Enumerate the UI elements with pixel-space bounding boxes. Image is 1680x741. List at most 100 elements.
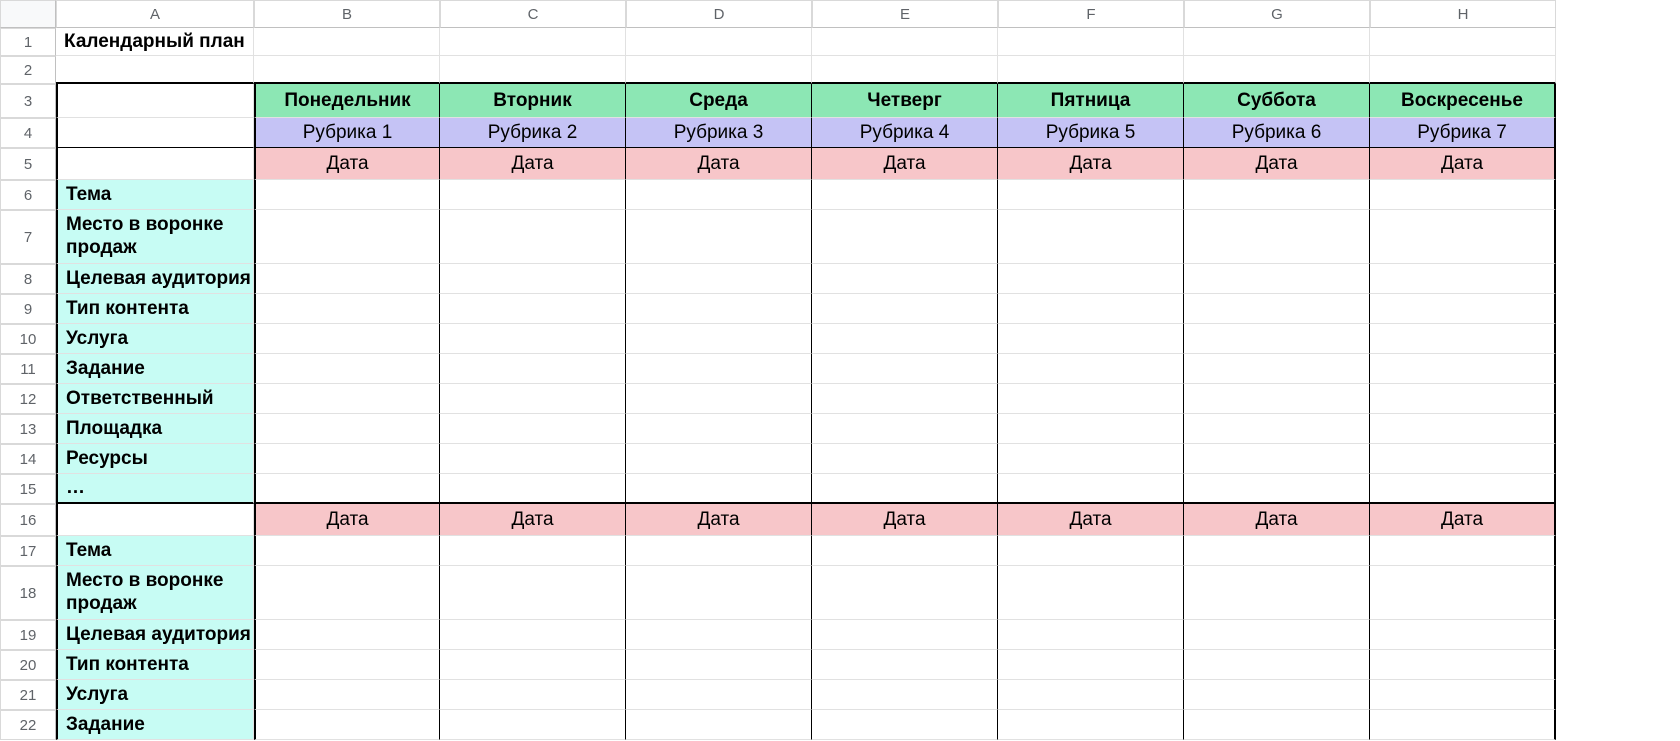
- row-header-11[interactable]: 11: [0, 354, 56, 384]
- cell-F20[interactable]: [998, 650, 1184, 680]
- cell-B11[interactable]: [254, 354, 440, 384]
- cell-D18[interactable]: [626, 566, 812, 620]
- cell-H15[interactable]: [1370, 474, 1556, 504]
- cell-G13[interactable]: [1184, 414, 1370, 444]
- cell-G14[interactable]: [1184, 444, 1370, 474]
- cell-E19[interactable]: [812, 620, 998, 650]
- row-header-1[interactable]: 1: [0, 28, 56, 56]
- cell-H22[interactable]: [1370, 710, 1556, 740]
- cell-B22[interactable]: [254, 710, 440, 740]
- cell-F6[interactable]: [998, 180, 1184, 210]
- cell-E14[interactable]: [812, 444, 998, 474]
- cell-H21[interactable]: [1370, 680, 1556, 710]
- cell-B19[interactable]: [254, 620, 440, 650]
- cell-E7[interactable]: [812, 210, 998, 264]
- cell-B18[interactable]: [254, 566, 440, 620]
- cell-E4[interactable]: Рубрика 4: [812, 118, 998, 148]
- cell-C6[interactable]: [440, 180, 626, 210]
- cell-C18[interactable]: [440, 566, 626, 620]
- row-header-15[interactable]: 15: [0, 474, 56, 504]
- cell-F12[interactable]: [998, 384, 1184, 414]
- cell-B13[interactable]: [254, 414, 440, 444]
- cell-C10[interactable]: [440, 324, 626, 354]
- row-header-16[interactable]: 16: [0, 504, 56, 536]
- cell-C12[interactable]: [440, 384, 626, 414]
- cell-G16[interactable]: Дата: [1184, 504, 1370, 536]
- cell-H19[interactable]: [1370, 620, 1556, 650]
- cell-H8[interactable]: [1370, 264, 1556, 294]
- row-header-3[interactable]: 3: [0, 84, 56, 118]
- cell-H20[interactable]: [1370, 650, 1556, 680]
- cell-A7[interactable]: Место в воронке продаж: [56, 210, 254, 264]
- cell-D11[interactable]: [626, 354, 812, 384]
- cell-B5[interactable]: Дата: [254, 148, 440, 180]
- cell-A21[interactable]: Услуга: [56, 680, 254, 710]
- cell-B20[interactable]: [254, 650, 440, 680]
- cell-B14[interactable]: [254, 444, 440, 474]
- col-header-C[interactable]: C: [440, 0, 626, 28]
- cell-D12[interactable]: [626, 384, 812, 414]
- cell-A14[interactable]: Ресурсы: [56, 444, 254, 474]
- cell-E16[interactable]: Дата: [812, 504, 998, 536]
- cell-F9[interactable]: [998, 294, 1184, 324]
- cell-E11[interactable]: [812, 354, 998, 384]
- cell-H3[interactable]: Воскресенье: [1370, 84, 1556, 118]
- cell-E18[interactable]: [812, 566, 998, 620]
- cell-D2[interactable]: [626, 56, 812, 84]
- cell-A12[interactable]: Ответственный: [56, 384, 254, 414]
- col-header-A[interactable]: A: [56, 0, 254, 28]
- cell-A16[interactable]: [56, 504, 254, 536]
- cell-F5[interactable]: Дата: [998, 148, 1184, 180]
- cell-C20[interactable]: [440, 650, 626, 680]
- cell-D1[interactable]: [626, 28, 812, 56]
- cell-G22[interactable]: [1184, 710, 1370, 740]
- cell-A17[interactable]: Тема: [56, 536, 254, 566]
- cell-E13[interactable]: [812, 414, 998, 444]
- col-header-E[interactable]: E: [812, 0, 998, 28]
- cell-C1[interactable]: [440, 28, 626, 56]
- cell-G3[interactable]: Суббота: [1184, 84, 1370, 118]
- cell-B3[interactable]: Понедельник: [254, 84, 440, 118]
- cell-A1[interactable]: Календарный план: [56, 28, 254, 56]
- row-header-4[interactable]: 4: [0, 118, 56, 148]
- cell-G8[interactable]: [1184, 264, 1370, 294]
- cell-E1[interactable]: [812, 28, 998, 56]
- cell-A10[interactable]: Услуга: [56, 324, 254, 354]
- cell-G9[interactable]: [1184, 294, 1370, 324]
- cell-A9[interactable]: Тип контента: [56, 294, 254, 324]
- row-header-9[interactable]: 9: [0, 294, 56, 324]
- cell-C2[interactable]: [440, 56, 626, 84]
- cell-B10[interactable]: [254, 324, 440, 354]
- cell-E6[interactable]: [812, 180, 998, 210]
- cell-B6[interactable]: [254, 180, 440, 210]
- cell-H7[interactable]: [1370, 210, 1556, 264]
- cell-C19[interactable]: [440, 620, 626, 650]
- cell-G17[interactable]: [1184, 536, 1370, 566]
- cell-A2[interactable]: [56, 56, 254, 84]
- row-header-20[interactable]: 20: [0, 650, 56, 680]
- cell-G7[interactable]: [1184, 210, 1370, 264]
- cell-C16[interactable]: Дата: [440, 504, 626, 536]
- cell-G4[interactable]: Рубрика 6: [1184, 118, 1370, 148]
- cell-A15[interactable]: …: [56, 474, 254, 504]
- col-header-H[interactable]: H: [1370, 0, 1556, 28]
- cell-B15[interactable]: [254, 474, 440, 504]
- cell-H4[interactable]: Рубрика 7: [1370, 118, 1556, 148]
- cell-H5[interactable]: Дата: [1370, 148, 1556, 180]
- cell-C17[interactable]: [440, 536, 626, 566]
- cell-C3[interactable]: Вторник: [440, 84, 626, 118]
- cell-C7[interactable]: [440, 210, 626, 264]
- cell-D16[interactable]: Дата: [626, 504, 812, 536]
- row-header-5[interactable]: 5: [0, 148, 56, 180]
- cell-D4[interactable]: Рубрика 3: [626, 118, 812, 148]
- cell-F8[interactable]: [998, 264, 1184, 294]
- row-header-8[interactable]: 8: [0, 264, 56, 294]
- cell-E10[interactable]: [812, 324, 998, 354]
- spreadsheet-grid[interactable]: A B C D E F G H 1 Календарный план 2 3 П…: [0, 0, 1680, 740]
- col-header-B[interactable]: B: [254, 0, 440, 28]
- row-header-10[interactable]: 10: [0, 324, 56, 354]
- cell-C8[interactable]: [440, 264, 626, 294]
- cell-D13[interactable]: [626, 414, 812, 444]
- row-header-19[interactable]: 19: [0, 620, 56, 650]
- row-header-12[interactable]: 12: [0, 384, 56, 414]
